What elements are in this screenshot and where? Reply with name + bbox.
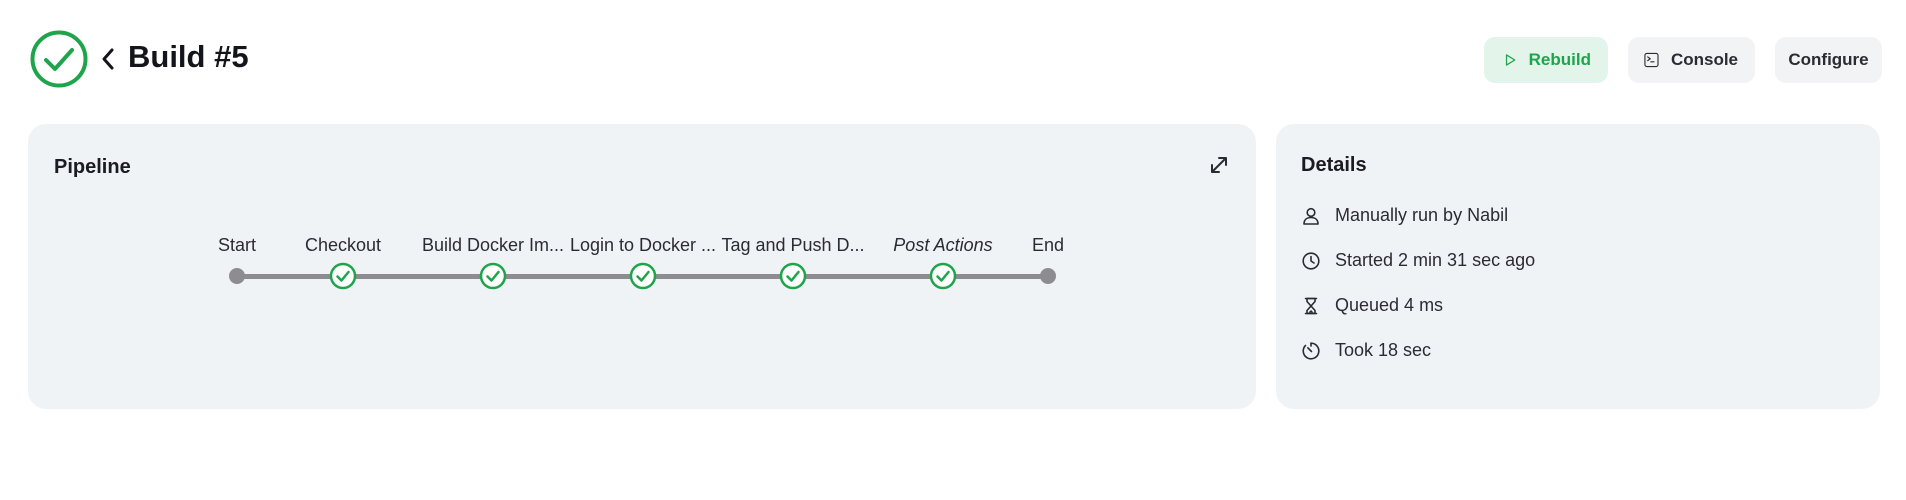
stage-label-login-to-docker: Login to Docker ... [569,235,717,255]
detail-run-by-text: Manually run by Nabil [1335,205,1509,225]
pipeline-graph: Start Checkout Build Docker Im... Login to … [28,124,1256,409]
timer-icon [1302,341,1320,360]
hourglass-icon [1304,297,1318,314]
rebuild-label: Rebuild [1528,50,1591,69]
details-title: Details [1301,154,1367,176]
play-icon [1505,54,1516,66]
success-status-icon [30,30,88,88]
terminal-icon [1644,52,1659,68]
details-panel: Details Manually run by Nabil Started 2 … [1276,124,1880,409]
detail-started-text: Started 2 min 31 sec ago [1335,250,1536,270]
configure-label: Configure [1788,50,1869,69]
pipeline-panel: Pipeline Start Checkout Build Docker Im...… [28,124,1256,409]
detail-queued-text: Queued 4 ms [1335,295,1444,315]
stage-success-icon [629,262,657,290]
stage-node-checkout[interactable] [329,262,357,290]
page-title: Build #5 [128,39,249,74]
back-button[interactable] [96,44,120,74]
detail-took-text: Took 18 sec [1335,340,1432,360]
stage-node-tag-and-push-d[interactable] [779,262,807,290]
console-label: Console [1670,50,1738,69]
stage-success-icon [479,262,507,290]
detail-row-queued: Queued 4 ms [1301,295,1443,316]
stage-label-checkout: Checkout [304,235,382,255]
stage-label-build-docker-im: Build Docker Im... [421,235,565,255]
stage-label-start: Start [217,235,257,255]
stage-label-end: End [1031,235,1065,255]
stage-label-post-actions: Post Actions [893,235,993,255]
stage-label-tag-and-push-d: Tag and Push D... [721,235,865,255]
user-icon [1303,207,1319,225]
stage-node-build-docker-im[interactable] [479,262,507,290]
configure-button[interactable]: Configure [1775,37,1882,83]
detail-row-run-by: Manually run by Nabil [1301,205,1508,226]
detail-row-started: Started 2 min 31 sec ago [1301,250,1535,271]
stage-node-start [229,268,245,284]
stage-success-icon [929,262,957,290]
chevron-left-icon [102,48,114,70]
stage-success-icon [779,262,807,290]
toolbar: Rebuild Console Configure [1484,37,1882,83]
stage-success-icon [329,262,357,290]
console-button[interactable]: Console [1628,37,1755,83]
stage-node-login-to-docker[interactable] [629,262,657,290]
stage-node-post-actions[interactable] [929,262,957,290]
clock-icon [1302,251,1320,270]
detail-row-took: Took 18 sec [1301,340,1431,361]
rebuild-button[interactable]: Rebuild [1484,37,1608,83]
stage-node-end [1040,268,1056,284]
